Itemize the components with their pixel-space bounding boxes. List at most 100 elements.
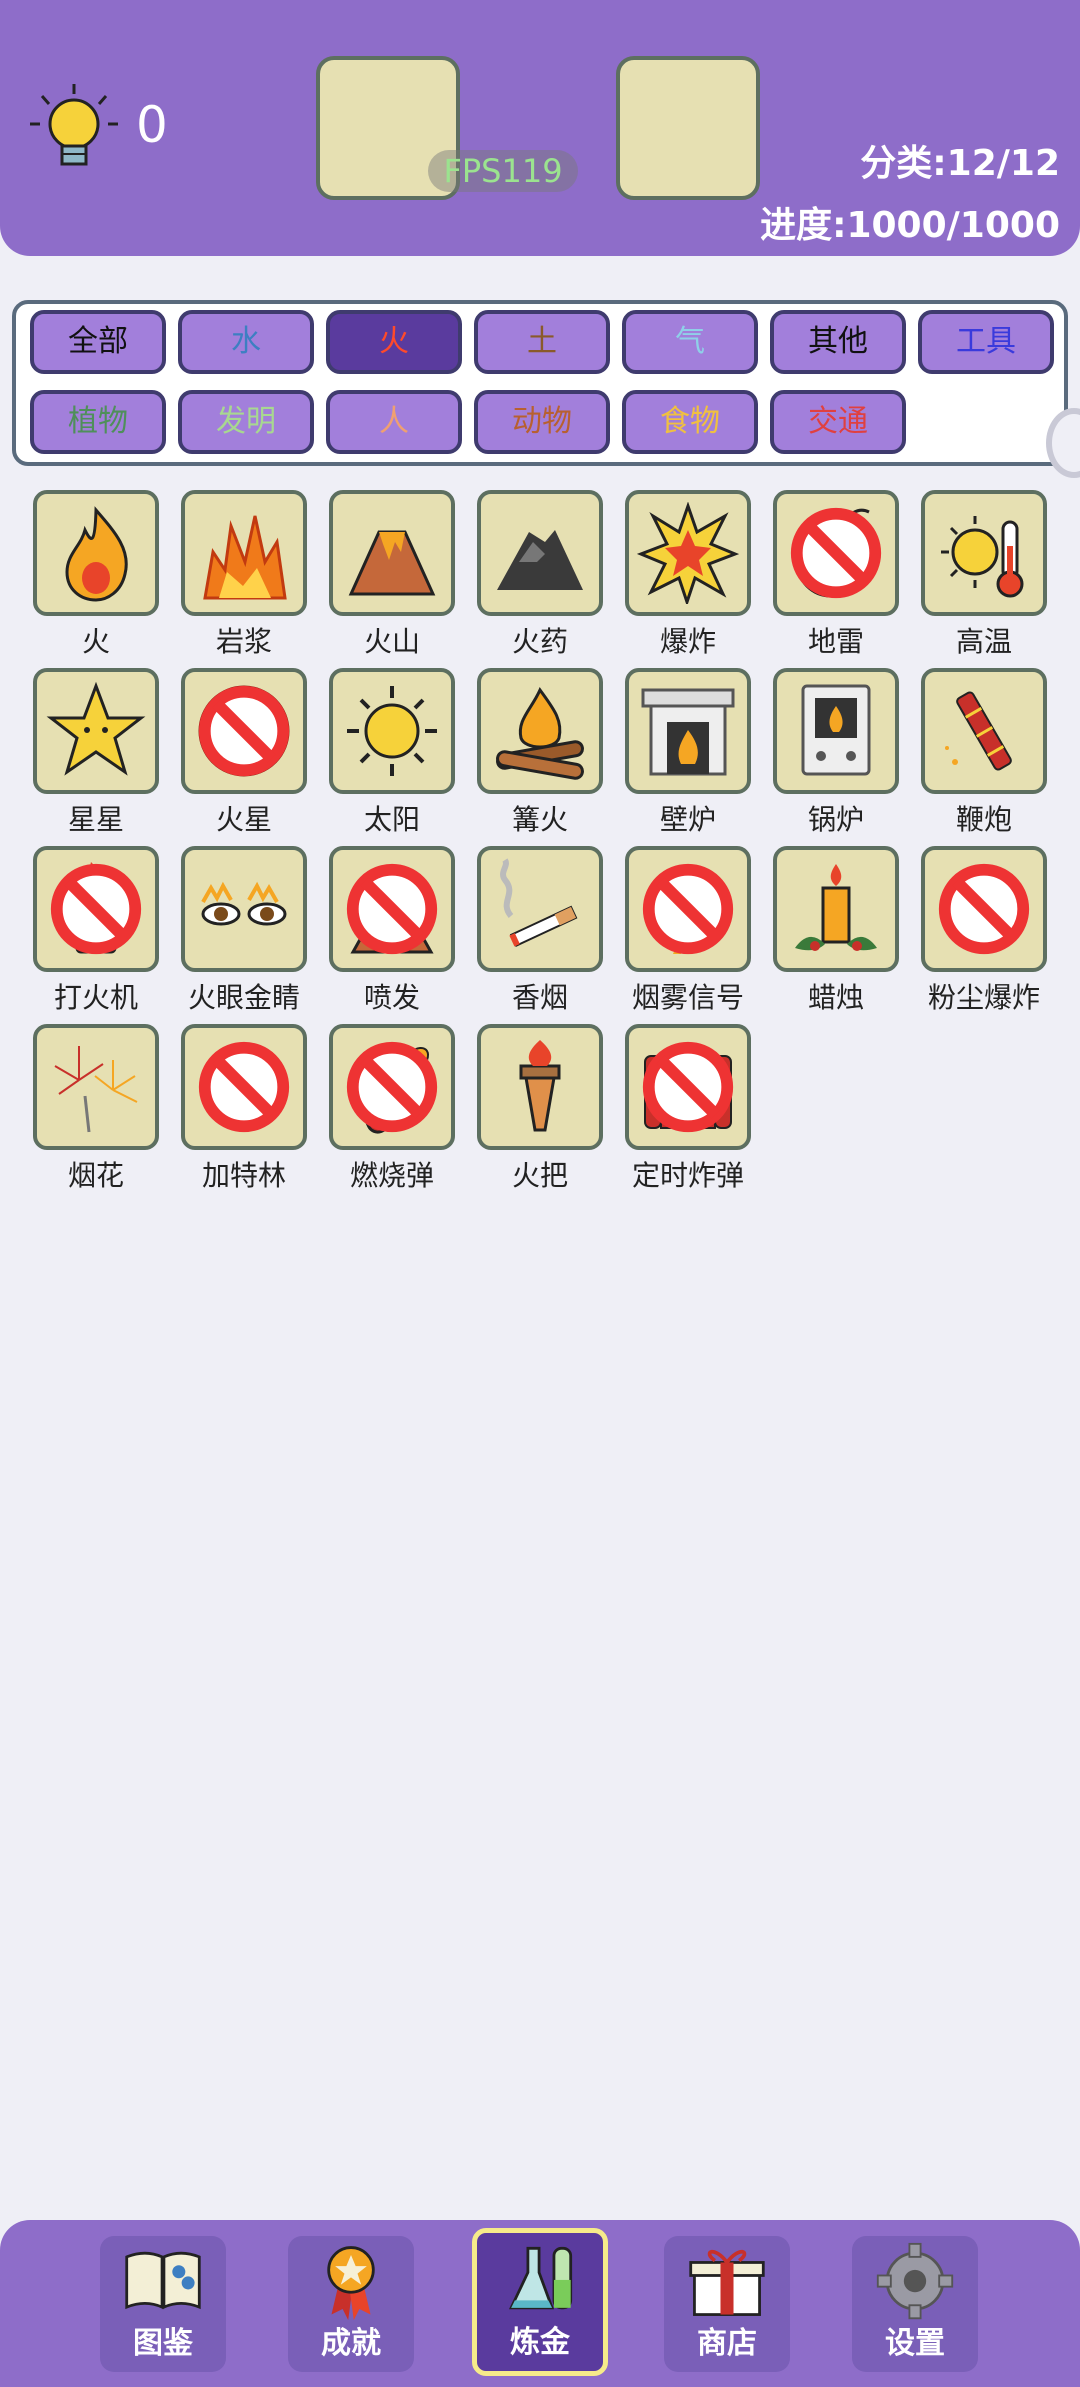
element-item[interactable]: 香烟 bbox=[477, 846, 609, 1026]
nav-tab[interactable]: 炼金 bbox=[472, 2228, 608, 2376]
element-item[interactable]: 打火机 bbox=[33, 846, 165, 1026]
element-tile[interactable] bbox=[181, 668, 307, 794]
element-item[interactable]: 喷发 bbox=[329, 846, 461, 1026]
filter-tab[interactable]: 食物 bbox=[622, 390, 758, 454]
filter-tab[interactable]: 发明 bbox=[178, 390, 314, 454]
element-tile[interactable] bbox=[329, 490, 455, 616]
element-item[interactable]: 火山 bbox=[329, 490, 461, 670]
element-item[interactable]: 火 bbox=[33, 490, 165, 670]
element-tile[interactable] bbox=[33, 1024, 159, 1150]
element-item[interactable]: 蜡烛 bbox=[773, 846, 905, 1026]
element-item[interactable]: 燃烧弹 bbox=[329, 1024, 461, 1204]
filter-tab[interactable]: 其他 bbox=[770, 310, 906, 374]
element-item[interactable]: 加特林 bbox=[181, 1024, 313, 1204]
element-tile[interactable] bbox=[477, 668, 603, 794]
filter-tab[interactable]: 植物 bbox=[30, 390, 166, 454]
element-item[interactable]: 烟花 bbox=[33, 1024, 165, 1204]
filter-tab[interactable]: 火 bbox=[326, 310, 462, 374]
star-icon bbox=[46, 681, 146, 776]
element-tile[interactable] bbox=[181, 1024, 307, 1150]
locked-icon bbox=[346, 1041, 438, 1133]
element-tile[interactable] bbox=[181, 846, 307, 972]
element-item[interactable]: 火星 bbox=[181, 668, 313, 848]
element-item[interactable]: 地雷 bbox=[773, 490, 905, 670]
element-tile[interactable] bbox=[625, 490, 751, 616]
element-label: 火眼金睛 bbox=[187, 981, 300, 1014]
element-item[interactable]: 火眼金睛 bbox=[181, 846, 313, 1026]
element-item[interactable]: 高温 bbox=[921, 490, 1053, 670]
locked-icon bbox=[642, 1041, 734, 1133]
progress-count: 进度:1000/1000 bbox=[760, 205, 1060, 246]
element-tile[interactable] bbox=[773, 490, 899, 616]
element-item[interactable]: 篝火 bbox=[477, 668, 609, 848]
nav-tab-label: 商店 bbox=[697, 2326, 757, 2361]
filter-tab[interactable]: 全部 bbox=[30, 310, 166, 374]
element-tile[interactable] bbox=[921, 490, 1047, 616]
element-tile[interactable] bbox=[477, 846, 603, 972]
element-tile[interactable] bbox=[329, 668, 455, 794]
element-item[interactable]: 太阳 bbox=[329, 668, 461, 848]
nav-tab[interactable]: 成就 bbox=[288, 2236, 414, 2372]
element-item[interactable]: 定时炸弹 bbox=[625, 1024, 757, 1204]
element-item[interactable]: 鞭炮 bbox=[921, 668, 1053, 848]
locked-icon bbox=[642, 863, 734, 955]
element-tile[interactable] bbox=[921, 846, 1047, 972]
element-item[interactable]: 锅炉 bbox=[773, 668, 905, 848]
filter-tab[interactable]: 动物 bbox=[474, 390, 610, 454]
element-item[interactable]: 星星 bbox=[33, 668, 165, 848]
element-item[interactable]: 烟雾信号 bbox=[625, 846, 757, 1026]
element-tile[interactable] bbox=[625, 1024, 751, 1150]
nav-tab-label: 成就 bbox=[321, 2326, 381, 2361]
fiery-eyes-icon bbox=[201, 881, 287, 926]
filter-tab[interactable]: 工具 bbox=[918, 310, 1054, 374]
element-label: 锅炉 bbox=[807, 803, 864, 836]
locked-icon bbox=[50, 863, 142, 955]
element-tile[interactable] bbox=[33, 846, 159, 972]
element-label: 香烟 bbox=[511, 981, 568, 1014]
element-label: 定时炸弹 bbox=[631, 1159, 744, 1192]
gunpowder-icon bbox=[497, 530, 583, 590]
filter-tab[interactable]: 交通 bbox=[770, 390, 906, 454]
element-tile[interactable] bbox=[773, 846, 899, 972]
element-tile[interactable] bbox=[33, 668, 159, 794]
element-tile[interactable] bbox=[329, 846, 455, 972]
filter-tab[interactable]: 气 bbox=[622, 310, 758, 374]
filter-tab[interactable]: 土 bbox=[474, 310, 610, 374]
filter-tab[interactable]: 水 bbox=[178, 310, 314, 374]
nav-tab[interactable]: 图鉴 bbox=[100, 2236, 226, 2372]
element-tile[interactable] bbox=[625, 668, 751, 794]
element-label: 太阳 bbox=[363, 803, 420, 836]
filter-tab[interactable]: 人 bbox=[326, 390, 462, 454]
element-tile[interactable] bbox=[625, 846, 751, 972]
element-tile[interactable] bbox=[33, 490, 159, 616]
fire-icon bbox=[65, 506, 128, 602]
fireplace-icon bbox=[641, 688, 735, 776]
element-label: 壁炉 bbox=[659, 803, 716, 836]
element-item[interactable]: 火把 bbox=[477, 1024, 609, 1204]
combine-slot-right[interactable] bbox=[616, 56, 760, 200]
element-label: 高温 bbox=[955, 625, 1012, 658]
element-tile[interactable] bbox=[477, 1024, 603, 1150]
lightbulb-icon[interactable] bbox=[24, 80, 124, 180]
element-tile[interactable] bbox=[181, 490, 307, 616]
element-tile[interactable] bbox=[773, 668, 899, 794]
element-tile[interactable] bbox=[477, 490, 603, 616]
element-label: 火山 bbox=[363, 625, 420, 658]
nav-tab[interactable]: 商店 bbox=[664, 2236, 790, 2372]
element-item[interactable]: 岩浆 bbox=[181, 490, 313, 670]
element-label: 粉尘爆炸 bbox=[927, 981, 1040, 1014]
element-label: 岩浆 bbox=[215, 625, 272, 658]
element-tile[interactable] bbox=[329, 1024, 455, 1150]
element-item[interactable]: 火药 bbox=[477, 490, 609, 670]
element-label: 加特林 bbox=[201, 1159, 286, 1192]
nav-tab-label: 图鉴 bbox=[133, 2326, 193, 2361]
nav-tab[interactable]: 设置 bbox=[852, 2236, 978, 2372]
explosion-icon bbox=[637, 502, 739, 604]
element-item[interactable]: 爆炸 bbox=[625, 490, 757, 670]
element-label: 火 bbox=[81, 625, 110, 658]
element-label: 火把 bbox=[511, 1159, 568, 1192]
element-item[interactable]: 粉尘爆炸 bbox=[921, 846, 1053, 1026]
element-tile[interactable] bbox=[921, 668, 1047, 794]
element-item[interactable]: 壁炉 bbox=[625, 668, 757, 848]
element-label: 燃烧弹 bbox=[349, 1159, 434, 1192]
